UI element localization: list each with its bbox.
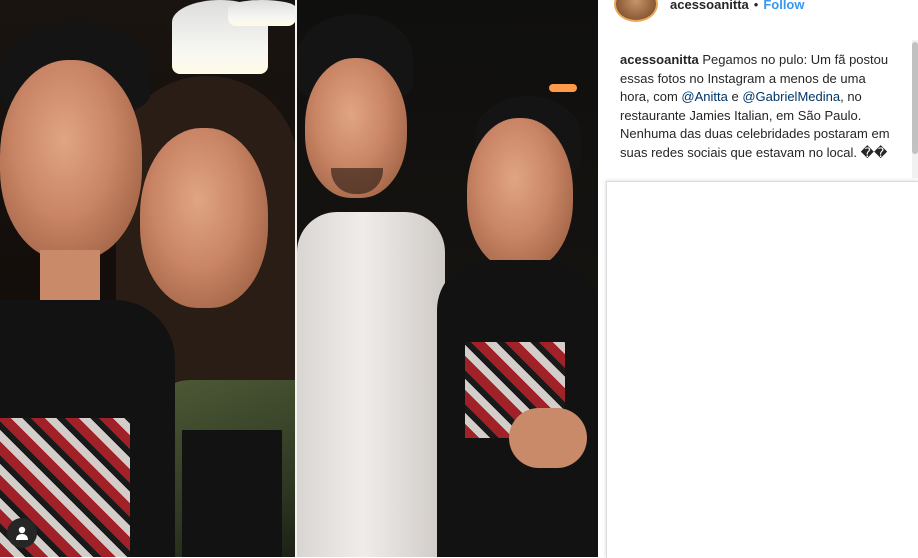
ceiling-lamp: [549, 84, 577, 92]
tagged-people-button[interactable]: [7, 518, 37, 548]
overlay-panel: [606, 181, 918, 558]
mention-anitta[interactable]: @Anitta: [681, 89, 727, 104]
caption-scrollbar-thumb[interactable]: [912, 42, 918, 154]
post-photo[interactable]: [0, 0, 598, 557]
woman-face: [140, 128, 268, 308]
mention-gabrielmedina[interactable]: @GabrielMedina: [742, 89, 840, 104]
profile-avatar[interactable]: [614, 0, 658, 22]
post-caption: acessoanitta Pegamos no pulo: Um fã post…: [620, 51, 898, 162]
boy-hand: [509, 408, 587, 468]
boy-face: [0, 60, 142, 260]
caption-username[interactable]: acessoanitta: [620, 52, 699, 67]
photo-left-panel: [0, 0, 296, 557]
follow-button[interactable]: Follow: [763, 0, 804, 12]
photo-right-panel: [297, 0, 598, 557]
user-tag-icon: [16, 526, 28, 540]
man-shirt: [297, 212, 445, 557]
woman-top: [182, 430, 282, 557]
post-header: acessoanitta • Follow: [614, 0, 805, 22]
caption-text: e: [727, 89, 743, 104]
header-separator: •: [753, 0, 759, 12]
ceiling-lamp: [228, 0, 296, 26]
boy-face: [467, 118, 573, 270]
header-username[interactable]: acessoanitta: [670, 0, 749, 12]
